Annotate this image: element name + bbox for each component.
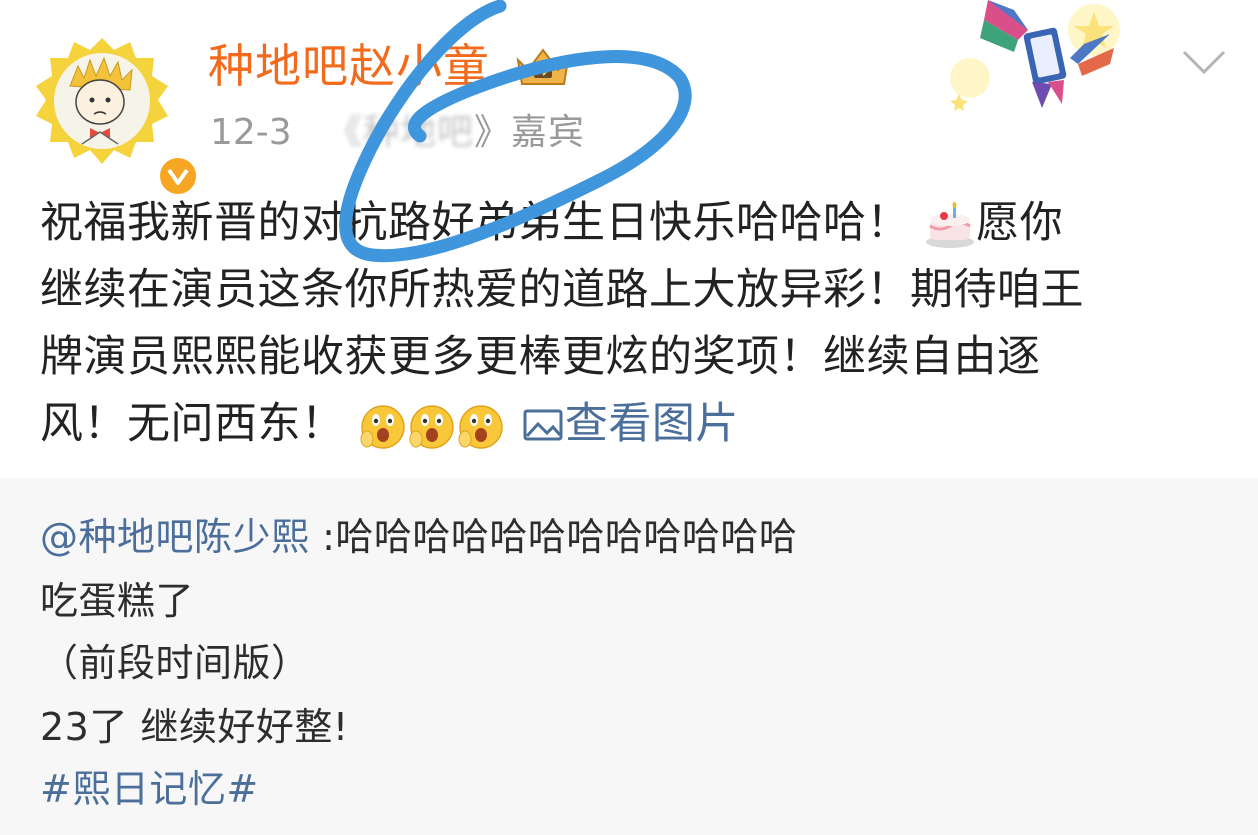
surprised-emoji — [360, 404, 503, 449]
bird-card-decoration — [950, 0, 1120, 111]
repost-card[interactable]: @种地吧陈少熙 :哈哈哈哈哈哈哈哈哈哈哈哈 吃蛋糕了 （前段时间版） 23了 继… — [0, 478, 1258, 835]
repost-line-1: @种地吧陈少熙 :哈哈哈哈哈哈哈哈哈哈哈哈 — [40, 508, 797, 566]
repost-line-4: 23了 继续好好整! — [40, 705, 349, 749]
post-date: 12-3 — [210, 112, 292, 153]
view-images-link[interactable]: 查看图片 — [523, 399, 739, 449]
post-text: 祝福我新晋的对抗路好弟弟生日快乐哈哈哈！ 愿你 继续在演员这条你所热爱的道路上大… — [40, 190, 1225, 458]
cake-emoji — [926, 201, 975, 248]
chevron-down-icon[interactable] — [1180, 46, 1228, 78]
post-text-line-4-text: 风！无问西东！ — [40, 399, 345, 449]
repost-line-2: 吃蛋糕了 — [40, 579, 195, 623]
weibo-post: 种地吧赵小童 12-3 《种地吧》嘉宾 祝福我新晋的对抗路好弟弟生日快乐哈哈哈！ — [0, 0, 1258, 478]
post-text-line-1a: 祝福我新晋的对抗路好弟弟生日快乐哈哈哈！ — [40, 198, 910, 248]
repost-line-3: （前段时间版） — [40, 641, 310, 685]
repost-mention-text: :哈哈哈哈哈哈哈哈哈哈哈哈 — [322, 515, 798, 559]
post-text-line: 祝福我新晋的对抗路好弟弟生日快乐哈哈哈！ 愿你 — [40, 190, 1225, 257]
crown-badge-icon[interactable] — [512, 42, 574, 90]
post-source-suffix: 》嘉宾 — [474, 112, 586, 153]
author-name[interactable]: 种地吧赵小童 — [208, 36, 490, 96]
repost-line-5: #熙日记忆# — [40, 760, 259, 818]
mention-link[interactable]: @种地吧陈少熙 — [40, 515, 310, 559]
post-text-line-4: 风！无问西东！ 查看图片 — [40, 391, 1225, 458]
post-text-line-1b: 愿你 — [976, 198, 1064, 248]
image-icon — [523, 409, 563, 441]
post-text-line-3: 牌演员熙熙能收获更多更棒更炫的奖项！继续自由逐 — [40, 332, 1041, 382]
topic-hashtag-link[interactable]: #熙日记忆# — [40, 767, 259, 811]
post-text-line-2: 继续在演员这条你所热爱的道路上大放异彩！期待咱王 — [40, 265, 1084, 315]
avatar[interactable] — [32, 36, 200, 198]
view-images-label: 查看图片 — [564, 399, 739, 449]
post-meta: 12-3 《种地吧》嘉宾 — [210, 108, 585, 158]
post-source-blurred: 《种地吧 — [326, 112, 475, 153]
avatar-cartoon-icon — [36, 38, 168, 164]
